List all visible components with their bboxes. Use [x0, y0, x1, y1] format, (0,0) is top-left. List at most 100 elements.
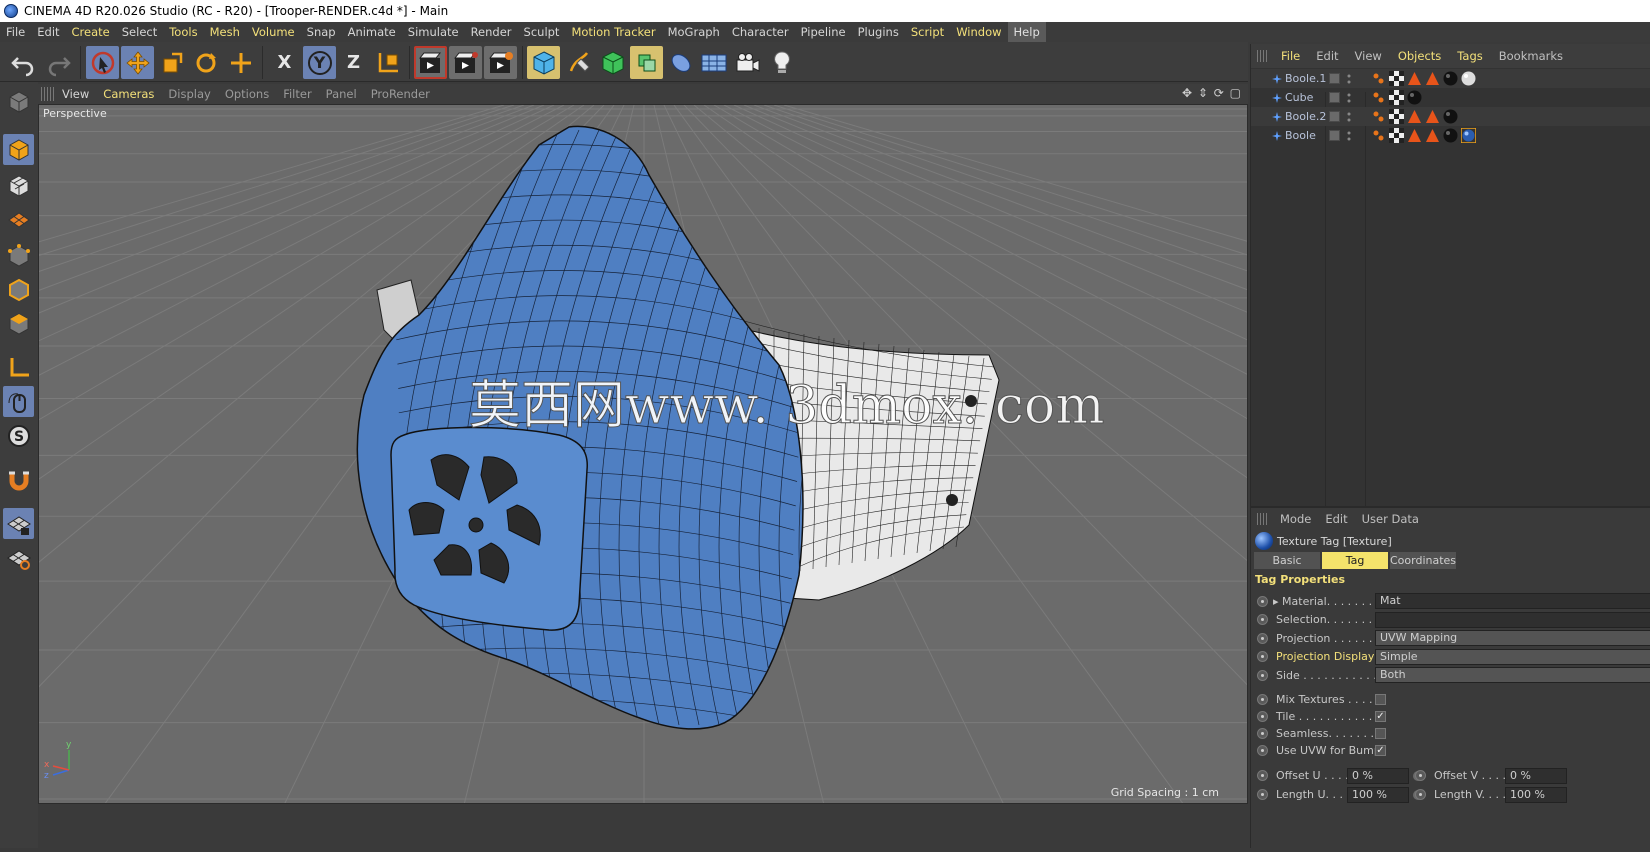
x-axis-icon[interactable]: X — [268, 46, 301, 79]
menu-help[interactable]: Help — [1007, 22, 1046, 42]
y-axis-icon[interactable]: Y — [303, 46, 336, 79]
animation-radio[interactable] — [1257, 632, 1268, 644]
attribute-menu-user-data[interactable]: User Data — [1355, 512, 1426, 526]
render-visibility-dots[interactable] — [1347, 73, 1351, 85]
menu-character[interactable]: Character — [726, 22, 795, 42]
tab-tag[interactable]: Tag — [1322, 552, 1388, 569]
tab-coordinates[interactable]: Coordinates — [1390, 552, 1456, 569]
viewport-menu-prorender[interactable]: ProRender — [364, 87, 437, 101]
menu-render[interactable]: Render — [465, 22, 518, 42]
object-manager-menu-bookmarks[interactable]: Bookmarks — [1491, 49, 1571, 63]
snap-icon[interactable] — [3, 464, 34, 495]
animation-radio[interactable] — [1415, 770, 1426, 781]
render-visibility-dots[interactable] — [1347, 130, 1351, 142]
triangle-tag-icon[interactable] — [1425, 109, 1440, 124]
sphere-blue-selected-tag-icon[interactable] — [1460, 127, 1477, 144]
checkbox[interactable]: ✓ — [1375, 745, 1386, 756]
move-icon[interactable] — [121, 46, 154, 79]
solo-icon[interactable]: S — [3, 420, 34, 451]
triangle-tag-icon[interactable] — [1407, 128, 1422, 143]
viewport-menu-panel[interactable]: Panel — [319, 87, 364, 101]
object-manager-menu-view[interactable]: View — [1347, 49, 1390, 63]
make-editable-icon[interactable] — [3, 86, 34, 117]
last-tool-icon[interactable] — [224, 46, 257, 79]
viewport-menu-view[interactable]: View — [55, 87, 96, 101]
viewport-menu-display[interactable]: Display — [161, 87, 217, 101]
menu-mograph[interactable]: MoGraph — [662, 22, 726, 42]
perspective-viewport[interactable]: 莫西网www. 3dmox. com y z x Perspective Gri… — [38, 104, 1248, 804]
sphere-black-tag-icon[interactable] — [1443, 71, 1458, 86]
number-field[interactable]: 0 % — [1505, 767, 1567, 784]
model-mode-icon[interactable] — [3, 134, 34, 165]
attribute-menu-mode[interactable]: Mode — [1273, 512, 1318, 526]
checker-tag-icon[interactable] — [1389, 71, 1404, 86]
z-axis-icon[interactable]: Z — [337, 46, 370, 79]
sphere-black-tag-icon[interactable] — [1407, 90, 1422, 105]
menu-select[interactable]: Select — [116, 22, 163, 42]
visibility-toggle[interactable] — [1329, 130, 1340, 141]
viewport-menu-filter[interactable]: Filter — [276, 87, 318, 101]
menu-snap[interactable]: Snap — [301, 22, 342, 42]
phong-tag-icon[interactable] — [1371, 109, 1386, 124]
object-name[interactable]: Boole.1 — [1285, 72, 1326, 85]
menu-window[interactable]: Window — [950, 22, 1007, 42]
checker-tag-icon[interactable] — [1389, 90, 1404, 105]
subdivision-icon[interactable] — [596, 46, 629, 79]
workplane-snap-icon[interactable] — [3, 542, 34, 573]
render-picture-viewer-icon[interactable] — [449, 46, 482, 79]
object-row[interactable]: Cube — [1251, 88, 1650, 107]
property-field-select[interactable]: UVW Mapping — [1375, 630, 1650, 646]
sphere-white-tag-icon[interactable] — [1461, 71, 1476, 86]
menu-sculpt[interactable]: Sculpt — [518, 22, 566, 42]
object-name[interactable]: Cube — [1285, 91, 1313, 104]
checkbox[interactable] — [1375, 728, 1386, 739]
deformer-icon[interactable] — [664, 46, 697, 79]
number-field[interactable]: 100 % — [1347, 786, 1409, 803]
checkbox[interactable] — [1375, 694, 1386, 705]
edges-mode-icon[interactable] — [3, 274, 34, 305]
phong-tag-icon[interactable] — [1371, 71, 1386, 86]
object-manager-menu-file[interactable]: File — [1273, 49, 1308, 63]
menu-plugins[interactable]: Plugins — [852, 22, 905, 42]
camera-icon[interactable] — [731, 46, 764, 79]
menu-tools[interactable]: Tools — [163, 22, 203, 42]
visibility-toggle[interactable] — [1329, 73, 1340, 84]
menu-mesh[interactable]: Mesh — [204, 22, 246, 42]
menu-create[interactable]: Create — [66, 22, 116, 42]
live-selection-icon[interactable] — [86, 46, 119, 79]
animation-radio[interactable] — [1257, 651, 1268, 662]
object-name[interactable]: Boole.2 — [1285, 110, 1326, 123]
menu-edit[interactable]: Edit — [31, 22, 65, 42]
coordinate-system-icon[interactable] — [371, 46, 404, 79]
menu-volume[interactable]: Volume — [246, 22, 301, 42]
rotate-icon[interactable] — [189, 46, 222, 79]
render-visibility-dots[interactable] — [1347, 92, 1351, 104]
phong-tag-icon[interactable] — [1371, 90, 1386, 105]
render-view-icon[interactable] — [414, 46, 447, 79]
light-icon[interactable] — [765, 46, 798, 79]
animation-radio[interactable] — [1257, 614, 1268, 625]
cube-icon[interactable] — [527, 46, 560, 79]
visibility-toggle[interactable] — [1329, 111, 1340, 122]
animation-radio[interactable] — [1257, 595, 1268, 607]
object-manager-menu-edit[interactable]: Edit — [1308, 49, 1346, 63]
property-field-link[interactable]: Mat — [1375, 593, 1650, 609]
property-field-select[interactable]: Simple — [1375, 648, 1650, 665]
animation-radio[interactable] — [1257, 789, 1268, 800]
texture-mode-icon[interactable] — [3, 170, 34, 201]
points-mode-icon[interactable] — [3, 240, 34, 271]
polygons-mode-icon[interactable] — [3, 308, 34, 339]
animation-radio[interactable] — [1257, 694, 1268, 705]
menu-pipeline[interactable]: Pipeline — [795, 22, 852, 42]
triangle-tag-icon[interactable] — [1425, 128, 1440, 143]
animation-radio[interactable] — [1257, 745, 1268, 756]
animation-radio[interactable] — [1257, 728, 1268, 739]
pen-icon[interactable] — [562, 46, 595, 79]
menu-script[interactable]: Script — [905, 22, 950, 42]
axis-mode-icon[interactable] — [3, 352, 34, 383]
animation-radio[interactable] — [1257, 711, 1268, 722]
phong-tag-icon[interactable] — [1371, 128, 1386, 143]
property-field-text[interactable] — [1375, 611, 1650, 628]
menu-animate[interactable]: Animate — [342, 22, 402, 42]
animation-radio[interactable] — [1257, 770, 1268, 781]
